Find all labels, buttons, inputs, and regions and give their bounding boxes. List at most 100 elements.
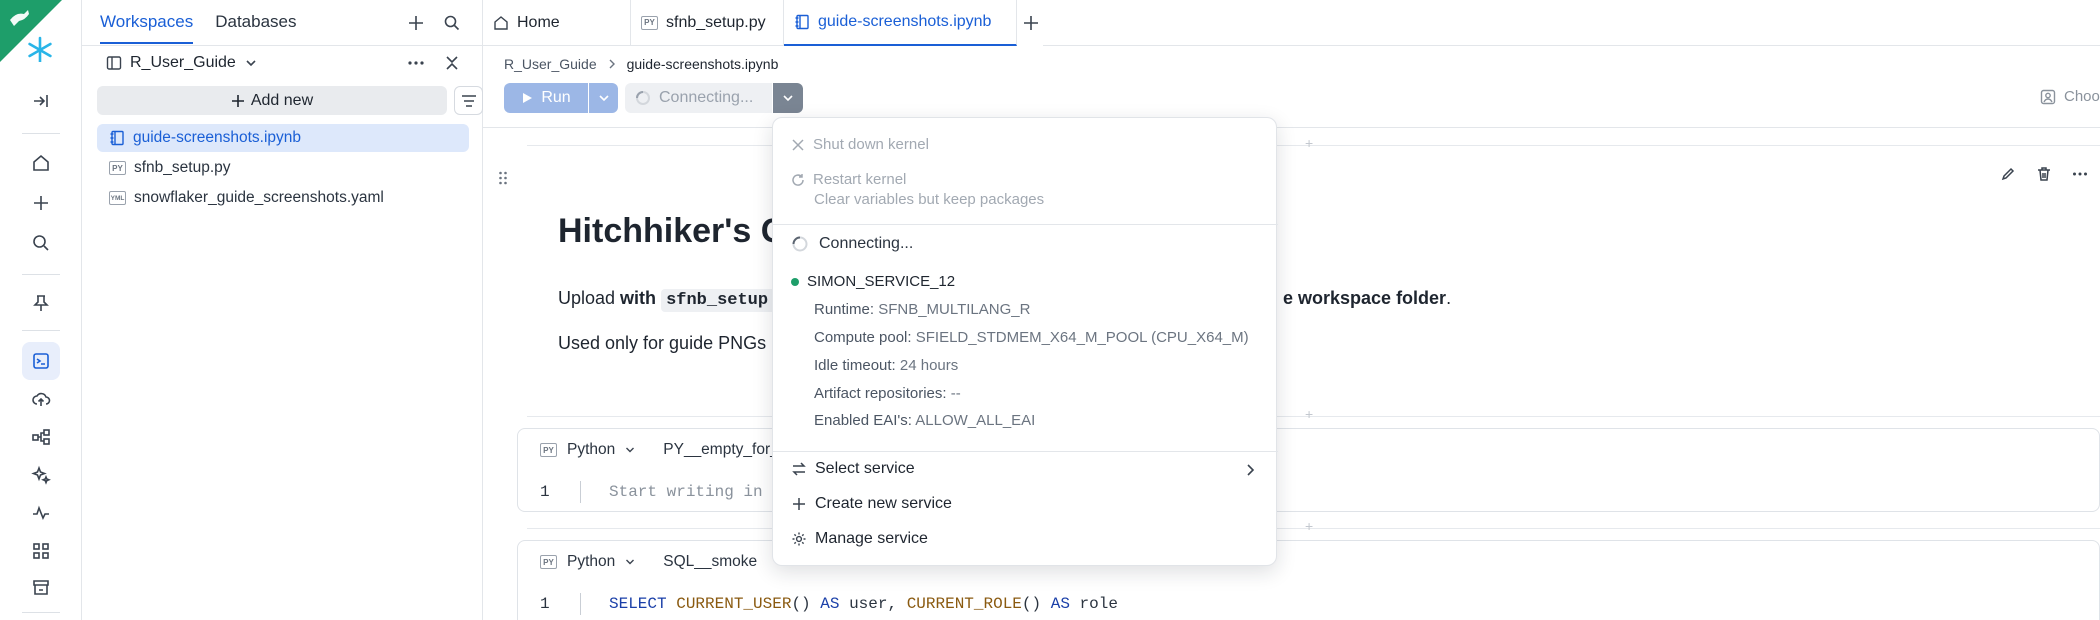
home-icon[interactable] (22, 144, 60, 182)
collapse-icon[interactable] (440, 52, 464, 74)
restart-icon (792, 173, 804, 186)
activity-icon[interactable] (22, 494, 60, 532)
python-file-icon: PY (641, 15, 658, 30)
spinner-icon (636, 91, 650, 105)
chevron-down-icon (783, 95, 793, 102)
spinner-icon (792, 236, 808, 252)
notebook-icon (795, 14, 809, 30)
chevron-down-icon[interactable] (625, 445, 635, 455)
add-icon[interactable] (404, 11, 428, 35)
tab-databases[interactable]: Databases (215, 12, 296, 44)
sort-icon (461, 94, 476, 107)
workspaces-icon[interactable] (22, 342, 60, 380)
apps-grid-icon[interactable] (22, 532, 60, 570)
user-card-icon (2040, 89, 2056, 104)
run-options-button[interactable] (589, 83, 618, 113)
cell-name[interactable]: PY__empty_for_e (663, 441, 787, 459)
code-cell[interactable]: PY Python SQL__smoke 1 SELECT CURRENT_US… (517, 540, 2100, 620)
connecting-label: Connecting... (659, 89, 754, 106)
run-label: Run (541, 89, 571, 106)
plus-icon (793, 498, 805, 510)
choose-button[interactable]: Choo (2040, 88, 2100, 105)
add-cell-icon[interactable]: + (1305, 406, 1313, 422)
more-icon[interactable] (404, 52, 428, 74)
chevron-down-icon (246, 60, 256, 67)
notebook-icon (110, 130, 124, 146)
chevron-down-icon[interactable] (625, 557, 635, 567)
file-item[interactable]: guide-screenshots.ipynb (97, 124, 469, 152)
restart-kernel-item[interactable]: Restart kernel (791, 171, 906, 188)
chevron-right-icon (1245, 463, 1257, 481)
tab-home[interactable]: Home (483, 0, 631, 46)
search-icon[interactable] (440, 11, 464, 35)
cell-header: PY Python PY__empty_for_e (540, 441, 787, 459)
detail-compute-pool: Compute pool: SFIELD_STDMEM_X64_M_POOL (… (814, 329, 1249, 346)
left-rail (0, 0, 82, 620)
status-dot (791, 277, 799, 286)
tab-workspaces[interactable]: Workspaces (100, 12, 194, 44)
code-line[interactable]: 1 SELECT CURRENT_USER() AS user, CURRENT… (540, 593, 1118, 615)
drag-handle-icon[interactable] (498, 170, 508, 191)
file-item[interactable]: YML snowflaker_guide_screenshots.yaml (97, 184, 469, 212)
cell-language[interactable]: Python (567, 441, 615, 459)
add-cell-icon[interactable]: + (1305, 518, 1313, 534)
ai-sparkle-icon[interactable] (22, 456, 60, 494)
restart-kernel-description: Clear variables but keep packages (814, 191, 1045, 208)
kernel-status-button[interactable]: Connecting... (625, 83, 772, 113)
more-icon[interactable] (2072, 171, 2088, 177)
workspace-selector[interactable]: R_User_Guide (106, 52, 258, 74)
detail-idle-timeout: Idle timeout: 24 hours (814, 357, 959, 374)
cell-header: PY Python SQL__smoke (540, 553, 757, 571)
run-button[interactable]: Run (504, 83, 588, 113)
file-panel: Workspaces Databases R_User_Guide Add ne… (82, 0, 483, 620)
file-name: guide-screenshots.ipynb (133, 129, 302, 146)
upload-cloud-icon[interactable] (22, 380, 60, 418)
add-new-button[interactable]: Add new (97, 86, 447, 115)
plus-icon[interactable] (22, 184, 60, 222)
home-icon (494, 15, 508, 30)
tab-guide-screenshots[interactable]: guide-screenshots.ipynb (784, 0, 1017, 46)
manage-service-item[interactable]: Manage service (791, 530, 928, 548)
add-cell-icon[interactable]: + (1305, 135, 1313, 151)
tab-sfnb-setup[interactable]: PY sfnb_setup.py (631, 0, 784, 46)
data-flow-icon[interactable] (22, 418, 60, 456)
cell-name[interactable]: SQL__smoke (663, 553, 757, 571)
kernel-menu: Shut down kernel Restart kernel Clear va… (772, 117, 1278, 566)
tab-label: Home (517, 13, 560, 31)
python-file-icon: PY (109, 161, 126, 175)
chevron-right-icon (609, 59, 615, 69)
select-service-item[interactable]: Select service (791, 460, 915, 478)
notebook-heading: Hitchhiker's G (558, 212, 788, 250)
breadcrumb-workspace[interactable]: R_User_Guide (504, 56, 597, 72)
yaml-file-icon: YML (109, 191, 126, 205)
code-cell[interactable]: PY Python PY__empty_for_e 1 Start writin… (517, 428, 2100, 512)
chevron-down-icon (598, 95, 609, 102)
edit-icon[interactable] (2000, 166, 2016, 182)
notebook-paragraph-tail: e workspace folder. (1283, 288, 1452, 308)
plus-icon (231, 94, 244, 107)
new-tab-icon[interactable] (1018, 10, 1044, 36)
kernel-menu-toggle[interactable] (773, 83, 803, 113)
tab-label: sfnb_setup.py (666, 13, 766, 31)
choose-label: Choo (2064, 88, 2100, 105)
marketplace-icon[interactable] (22, 568, 60, 606)
snowflake-logo-icon[interactable] (0, 0, 62, 62)
file-name: snowflaker_guide_screenshots.yaml (134, 189, 384, 206)
gear-icon (792, 532, 806, 546)
sort-filter-button[interactable] (454, 86, 483, 115)
collapse-rail-icon[interactable] (22, 82, 60, 120)
app-root: Workspaces Databases R_User_Guide Add ne… (0, 0, 2100, 620)
search-icon[interactable] (22, 224, 60, 262)
python-file-icon: PY (540, 555, 557, 569)
workspace-name: R_User_Guide (130, 54, 236, 71)
code-placeholder: Start writing in Py (609, 483, 792, 501)
detail-runtime: Runtime: SFNB_MULTILANG_R (814, 301, 1031, 318)
code-line[interactable]: 1 Start writing in Py (540, 481, 791, 503)
pin-icon[interactable] (22, 284, 60, 322)
shutdown-kernel-item[interactable]: Shut down kernel (791, 136, 929, 153)
file-item[interactable]: PY sfnb_setup.py (97, 154, 469, 182)
cell-language[interactable]: Python (567, 553, 615, 571)
trash-icon[interactable] (2036, 166, 2052, 182)
service-name: SIMON_SERVICE_12 (807, 273, 956, 290)
create-service-item[interactable]: Create new service (791, 495, 952, 513)
